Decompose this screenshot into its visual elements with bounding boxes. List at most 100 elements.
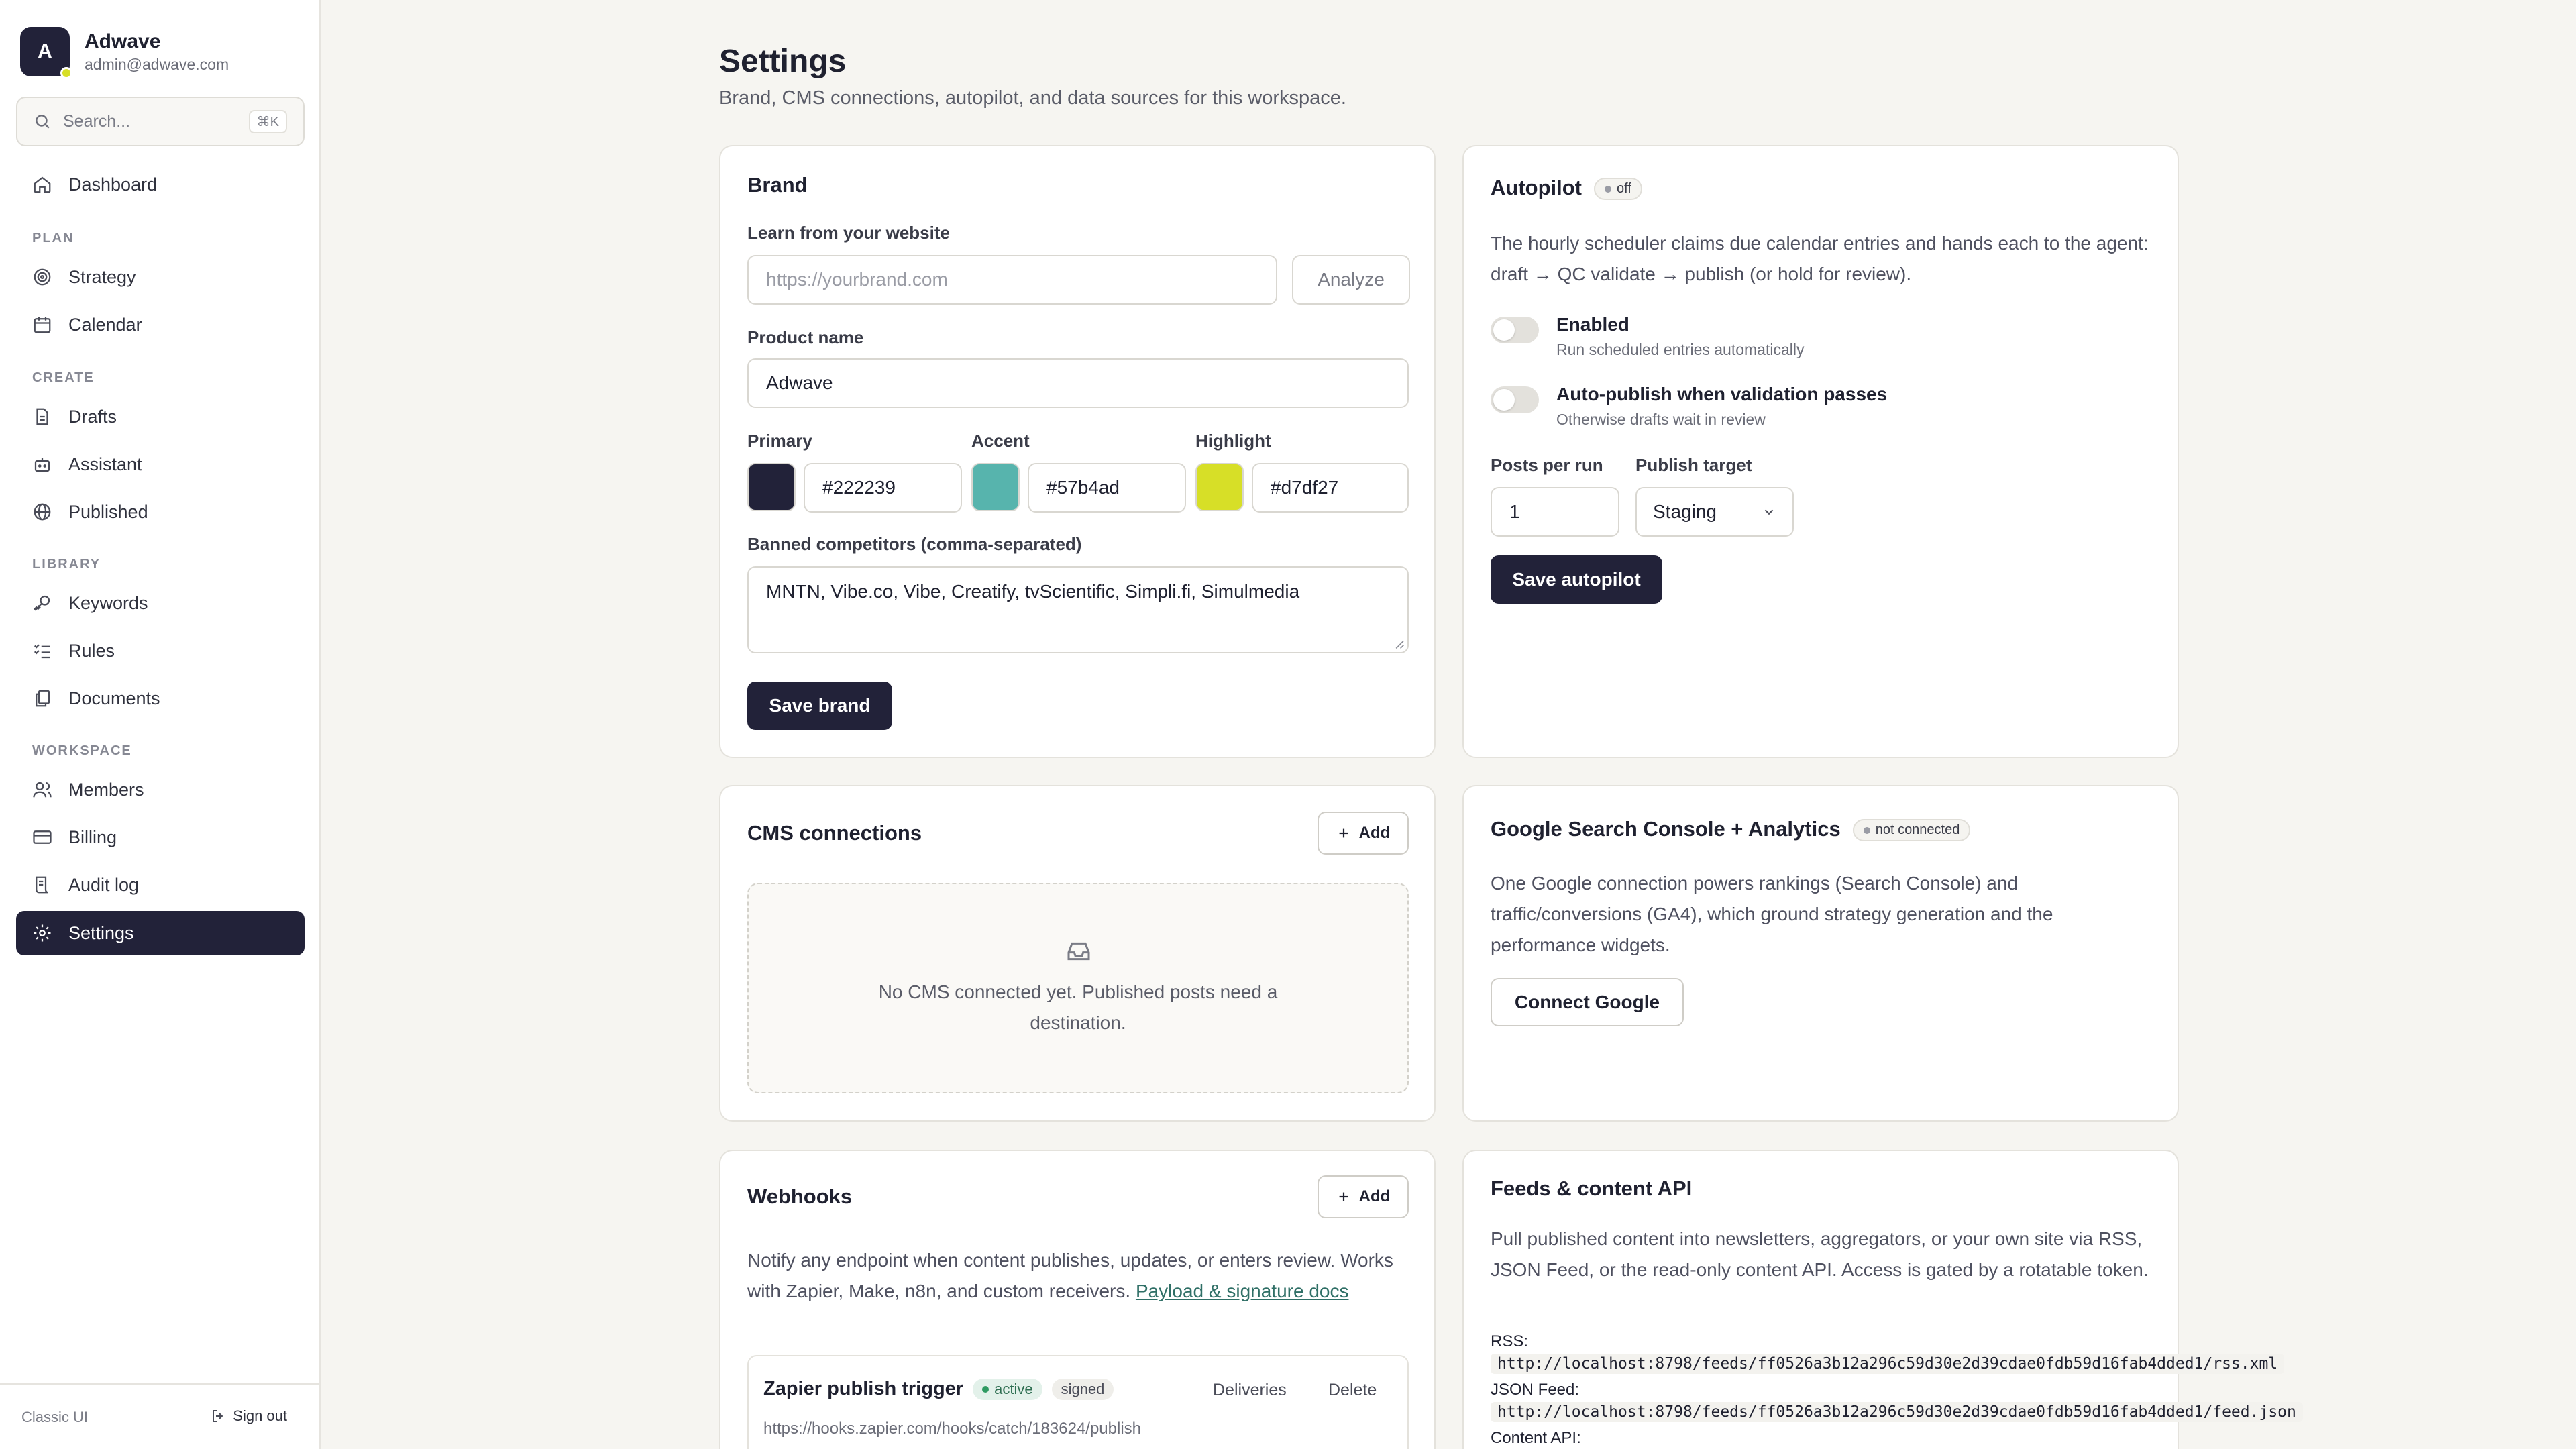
highlight-color-swatch[interactable] bbox=[1195, 463, 1244, 511]
google-title: Google Search Console + Analytics not con… bbox=[1491, 817, 1971, 842]
autopilot-description: The hourly scheduler claims due calendar… bbox=[1491, 233, 2149, 284]
logout-icon bbox=[213, 1410, 223, 1422]
nav-settings[interactable]: Settings bbox=[16, 911, 305, 955]
webhook-name: Zapier publish trigger active signed bbox=[763, 1378, 1114, 1400]
webhook-signed-badge: signed bbox=[1051, 1378, 1114, 1400]
publish-target-label: Publish target bbox=[1635, 455, 1752, 475]
posts-per-run-input[interactable]: 1 bbox=[1491, 487, 1619, 537]
credit-card-icon bbox=[33, 830, 52, 844]
website-url-input[interactable]: https://yourbrand.com bbox=[747, 255, 1277, 305]
google-description: One Google connection powers rankings (S… bbox=[1491, 873, 2053, 955]
autopilot-card: Autopilot off The hourly scheduler claims… bbox=[1462, 145, 2179, 758]
nav-published[interactable]: Published bbox=[16, 490, 305, 534]
webhook-row: Zapier publish trigger active signed Del… bbox=[747, 1355, 1409, 1449]
brand-title: Brand bbox=[747, 173, 808, 197]
cms-add-button[interactable]: Add bbox=[1318, 812, 1409, 855]
users-icon bbox=[33, 782, 52, 798]
banned-competitors-textarea[interactable]: MNTN, Vibe.co, Vibe, Creatify, tvScienti… bbox=[747, 566, 1409, 653]
checklist-icon bbox=[34, 644, 50, 659]
sign-out-button[interactable]: Sign out bbox=[210, 1407, 287, 1425]
rss-url[interactable]: http://localhost:8798/feeds/ff0526a3b12a… bbox=[1491, 1354, 2285, 1374]
google-status-badge: not connected bbox=[1852, 819, 1971, 842]
sidebar-footer: Classic UI Sign out bbox=[0, 1383, 319, 1449]
nav-dashboard[interactable]: Dashboard bbox=[16, 162, 305, 207]
nav-audit-log[interactable]: Audit log bbox=[16, 863, 305, 907]
enabled-toggle[interactable] bbox=[1491, 317, 1539, 343]
webhooks-add-button[interactable]: Add bbox=[1318, 1175, 1409, 1218]
bot-icon bbox=[34, 458, 50, 472]
plus-icon bbox=[1339, 828, 1348, 838]
search-input[interactable]: Search... bbox=[63, 112, 249, 131]
product-name-label: Product name bbox=[747, 327, 864, 347]
page-subtitle: Brand, CMS connections, autopilot, and d… bbox=[719, 87, 1346, 109]
feeds-description: Pull published content into newsletters,… bbox=[1491, 1228, 2149, 1280]
highlight-color-label: Highlight bbox=[1195, 431, 1271, 451]
product-name-input[interactable]: Adwave bbox=[747, 358, 1409, 408]
webhooks-card: Webhooks Add Notify any endpoint when co… bbox=[719, 1150, 1436, 1449]
target-icon bbox=[34, 268, 51, 286]
nav-documents[interactable]: Documents bbox=[16, 676, 305, 720]
search-box[interactable]: Search... ⌘K bbox=[16, 97, 305, 146]
save-autopilot-button[interactable]: Save autopilot bbox=[1491, 555, 1662, 604]
nav-strategy[interactable]: Strategy bbox=[16, 255, 305, 299]
accent-color-input[interactable]: #57b4ad bbox=[1028, 463, 1186, 513]
workspace-avatar: A bbox=[20, 27, 72, 79]
main-content: Settings Brand, CMS connections, autopil… bbox=[321, 0, 2576, 1449]
search-shortcut: ⌘K bbox=[248, 109, 287, 133]
json-feed-label: JSON Feed: bbox=[1491, 1381, 1580, 1399]
primary-color-input[interactable]: #222239 bbox=[804, 463, 962, 513]
nav-rules[interactable]: Rules bbox=[16, 629, 305, 673]
feeds-card: Feeds & content API Pull published conte… bbox=[1462, 1150, 2303, 1449]
posts-per-run-label: Posts per run bbox=[1491, 455, 1603, 475]
banned-competitors-label: Banned competitors (comma-separated) bbox=[747, 534, 1082, 554]
key-icon bbox=[34, 595, 50, 611]
json-feed-url[interactable]: http://localhost:8798/feeds/ff0526a3b12a… bbox=[1491, 1402, 2303, 1422]
cms-title: CMS connections bbox=[747, 821, 922, 845]
nav-billing[interactable]: Billing bbox=[16, 815, 305, 859]
search-icon bbox=[36, 115, 50, 129]
primary-color-swatch[interactable] bbox=[747, 463, 796, 511]
files-icon bbox=[36, 690, 50, 707]
autopilot-status-badge: off bbox=[1594, 178, 1642, 201]
plus-icon bbox=[1339, 1192, 1348, 1201]
delete-webhook-button[interactable]: Delete bbox=[1328, 1381, 1377, 1400]
nav-section-create: CREATE bbox=[32, 370, 95, 385]
page-title: Settings bbox=[719, 44, 847, 79]
save-brand-button[interactable]: Save brand bbox=[747, 682, 892, 730]
publish-target-select[interactable]: Staging bbox=[1635, 487, 1794, 537]
rss-label: RSS: bbox=[1491, 1332, 1529, 1350]
auto-publish-toggle[interactable] bbox=[1491, 386, 1539, 413]
scroll-icon bbox=[36, 876, 48, 894]
deliveries-button[interactable]: Deliveries bbox=[1213, 1381, 1287, 1400]
webhooks-title: Webhooks bbox=[747, 1185, 853, 1208]
connect-google-button[interactable]: Connect Google bbox=[1491, 978, 1684, 1026]
brand-card: Brand Learn from your website https://yo… bbox=[719, 145, 1436, 758]
nav-assistant[interactable]: Assistant bbox=[16, 442, 305, 486]
payload-docs-link[interactable]: Payload & signature docs bbox=[1136, 1281, 1349, 1301]
webhooks-description: Notify any endpoint when content publish… bbox=[747, 1250, 1393, 1301]
chevron-down-icon bbox=[1764, 509, 1774, 515]
nav-calendar[interactable]: Calendar bbox=[16, 303, 305, 347]
primary-color-label: Primary bbox=[747, 431, 812, 451]
document-icon bbox=[36, 408, 48, 425]
cms-empty-state: No CMS connected yet. Published posts ne… bbox=[747, 883, 1409, 1093]
workspace-name: Adwave bbox=[85, 30, 161, 52]
auto-publish-subtitle: Otherwise drafts wait in review bbox=[1556, 411, 1766, 428]
nav-section-plan: PLAN bbox=[32, 231, 74, 246]
nav-keywords[interactable]: Keywords bbox=[16, 581, 305, 625]
classic-ui-link[interactable]: Classic UI bbox=[21, 1409, 88, 1426]
nav-drafts[interactable]: Drafts bbox=[16, 394, 305, 439]
highlight-color-input[interactable]: #d7df27 bbox=[1252, 463, 1409, 513]
cms-empty-text: No CMS connected yet. Published posts ne… bbox=[878, 981, 1278, 1033]
resize-handle-icon[interactable] bbox=[1394, 639, 1405, 649]
nav-members[interactable]: Members bbox=[16, 767, 305, 812]
content-api-label: Content API: bbox=[1491, 1429, 1581, 1447]
auto-publish-title: Auto-publish when validation passes bbox=[1556, 384, 1888, 405]
workspace-header[interactable]: A Adwave admin@adwave.com bbox=[20, 27, 229, 79]
accent-color-swatch[interactable] bbox=[971, 463, 1020, 511]
analyze-button[interactable]: Analyze bbox=[1292, 255, 1410, 305]
nav-section-library: LIBRARY bbox=[32, 557, 101, 572]
workspace-email: admin@adwave.com bbox=[85, 56, 229, 73]
learn-website-label: Learn from your website bbox=[747, 223, 950, 243]
sidebar: A Adwave admin@adwave.com Search... ⌘K D… bbox=[0, 0, 321, 1449]
